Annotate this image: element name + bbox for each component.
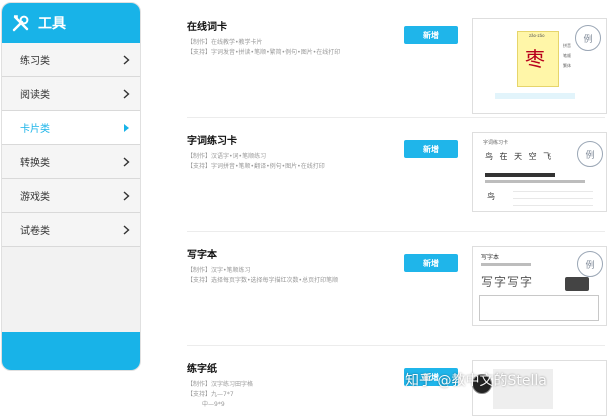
tool-row-online-card: 在线词卡 【制作】在线教学•教学卡片 【支持】字词发音•拼读•笔顺•繁简•例句•… [180, 18, 610, 118]
preview-header: 写字本 [481, 254, 500, 261]
sidebar-item-label: 转换类 [20, 158, 50, 169]
preview-lines [513, 185, 593, 207]
row-title: 写字本 [187, 250, 217, 261]
preview-char: 鸟 [487, 192, 497, 201]
row-title: 练字纸 [187, 364, 217, 375]
sidebar: 工具 练习类 阅读类 卡片类 转换类 游戏类 试卷类 [1, 2, 141, 371]
row-title: 字词练习卡 [187, 136, 237, 147]
row-make: 【制作】在线教学•教学卡片 [187, 39, 263, 46]
sidebar-title: 工具 [38, 16, 66, 32]
row-title: 在线词卡 [187, 22, 227, 33]
sidebar-item-games[interactable]: 游戏类 [2, 179, 140, 213]
row-make: 【制作】汉字练习田字格 [187, 381, 254, 388]
preview-chars: 写字写字 [481, 275, 534, 289]
caret-right-icon [121, 121, 131, 135]
thumbnail-online-card[interactable]: zǎo-zǎo 枣 拼音 笔顺 繁体 例 [472, 18, 607, 114]
tool-row-copybook: 写字本 【制作】汉字•笔顺练习 【支持】选择每页字数•选择每字描红次数•总页打印… [180, 246, 610, 346]
sidebar-header: 工具 [2, 3, 140, 43]
chevron-right-icon [121, 223, 131, 237]
thumbnail-word-practice[interactable]: 字词练习卡 鸟 在 天 空 飞 鸟 例 [472, 132, 607, 212]
example-stamp: 例 [577, 251, 603, 277]
thumbnail-copybook[interactable]: 写字本 写字写字 例 [472, 246, 607, 326]
character-text: 枣 [525, 47, 545, 71]
add-button[interactable]: 新增 [404, 26, 458, 44]
sidebar-item-label: 卡片类 [20, 124, 50, 135]
tools-icon [10, 12, 32, 34]
page: 工具 练习类 阅读类 卡片类 转换类 游戏类 试卷类 在线词卡 【制作】在线教学… [0, 0, 611, 416]
pinyin-text: zǎo-zǎo [529, 33, 545, 38]
sidebar-item-tests[interactable]: 试卷类 [2, 213, 140, 247]
row-make: 【制作】汉语字•词•笔顺练习 [187, 153, 267, 160]
row-make: 【制作】汉字•笔顺练习 [187, 267, 251, 274]
watermark-text: 知乎 @教中文的Stella [405, 373, 547, 389]
preview-bar [481, 263, 531, 266]
sidebar-item-label: 阅读类 [20, 90, 50, 101]
chevron-right-icon [121, 189, 131, 203]
row-support-extra: 中—9*9 [202, 401, 225, 408]
sidebar-item-cards[interactable]: 卡片类 [2, 111, 140, 145]
row-divider [187, 117, 605, 118]
preview-bar [485, 180, 585, 183]
preview-bar [495, 93, 575, 99]
preview-grid [479, 295, 599, 321]
row-support: 【支持】字词拼音•笔顺•翻译•例句•图片•在线打印 [187, 163, 325, 170]
chevron-right-icon [121, 53, 131, 67]
preview-words: 鸟 在 天 空 飞 [485, 152, 554, 161]
tag-text: 拼音 [563, 43, 571, 48]
sidebar-item-convert[interactable]: 转换类 [2, 145, 140, 179]
add-button[interactable]: 新增 [404, 140, 458, 158]
row-divider [187, 231, 605, 232]
row-support: 【支持】九—7*7 [187, 391, 234, 398]
sidebar-item-label: 练习类 [20, 56, 50, 67]
tool-row-word-practice: 字词练习卡 【制作】汉语字•词•笔顺练习 【支持】字词拼音•笔顺•翻译•例句•图… [180, 132, 610, 232]
sidebar-item-label: 游戏类 [20, 192, 50, 203]
sidebar-footer [2, 332, 140, 370]
preview-bar [485, 173, 555, 177]
preview-header: 字词练习卡 [483, 140, 509, 146]
chevron-right-icon [121, 87, 131, 101]
row-support: 【支持】字词发音•拼读•笔顺•繁简•例句•图片•在线打印 [187, 49, 341, 56]
tag-text: 笔顺 [563, 53, 571, 58]
printer-icon [565, 277, 589, 291]
add-button[interactable]: 新增 [404, 254, 458, 272]
example-stamp: 例 [575, 25, 601, 51]
row-divider [187, 345, 605, 346]
example-stamp: 例 [577, 141, 603, 167]
row-support: 【支持】选择每页字数•选择每字描红次数•总页打印笔顺 [187, 277, 339, 284]
sidebar-item-label: 试卷类 [20, 226, 50, 237]
sidebar-item-practice[interactable]: 练习类 [2, 43, 140, 77]
tag-text: 繁体 [563, 63, 571, 68]
chevron-right-icon [121, 155, 131, 169]
sidebar-item-reading[interactable]: 阅读类 [2, 77, 140, 111]
